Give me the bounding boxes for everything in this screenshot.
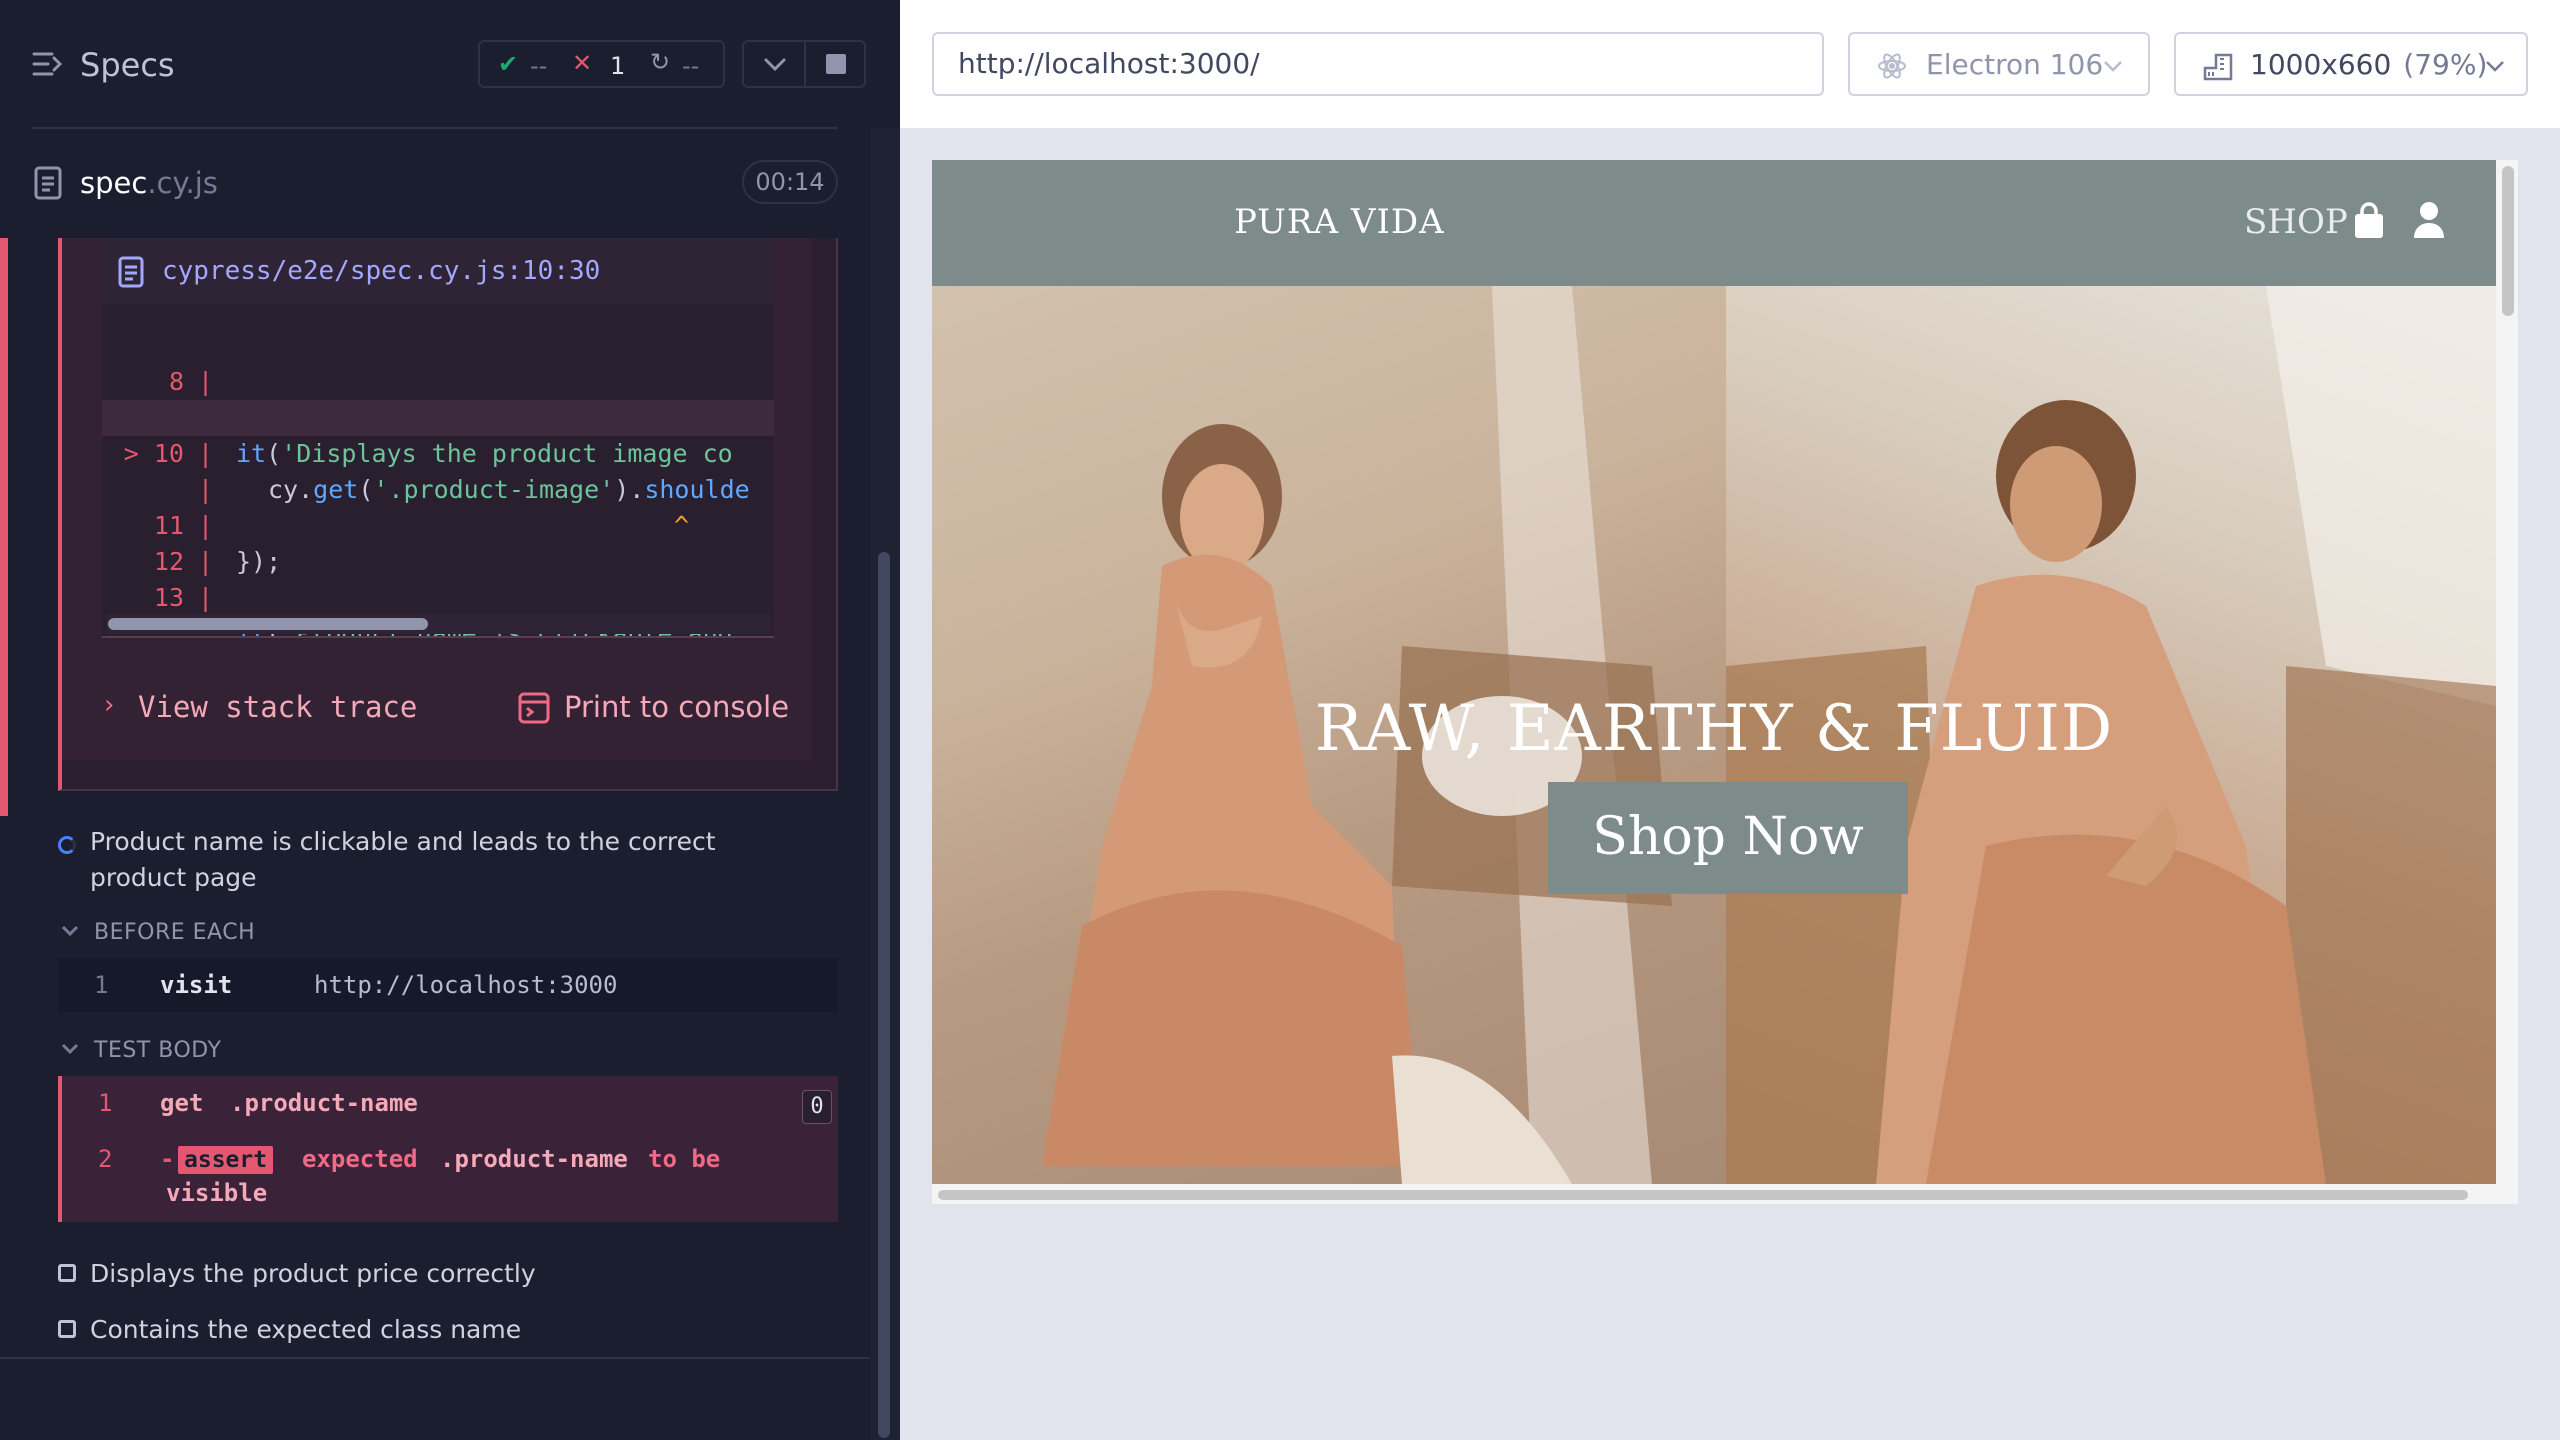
spec-extension: .cy.js	[147, 166, 218, 200]
assert-to-be: to be	[648, 1145, 721, 1173]
line-number: 13	[153, 583, 184, 612]
user-icon[interactable]	[2412, 200, 2446, 240]
terminal-icon	[518, 692, 550, 724]
code-line-highlighted: > 10 | cy.get('.product-image').shoulde	[102, 400, 774, 504]
scroll-thumb[interactable]	[2502, 166, 2514, 316]
assert-badge[interactable]: assert	[178, 1146, 274, 1174]
app-vertical-scrollbar[interactable]	[2496, 160, 2518, 1204]
chevron-down-icon[interactable]	[762, 48, 788, 80]
test-title[interactable]: Contains the expected class name	[90, 1312, 521, 1348]
browser-selector[interactable]: Electron 106	[1848, 32, 2150, 96]
scroll-thumb[interactable]	[938, 1190, 2468, 1200]
command-row[interactable]: 1 visit http://localhost:3000	[58, 958, 838, 1012]
error-content: cypress/e2e/spec.cy.js:10:30 8| 9| it('D…	[62, 238, 812, 760]
cross-icon: ✕	[572, 49, 593, 77]
element-count-badge: 0	[802, 1090, 832, 1124]
scroll-thumb[interactable]	[878, 552, 890, 1438]
shop-link[interactable]: SHOP	[2244, 202, 2348, 242]
chevron-down-icon	[61, 1043, 79, 1055]
viewport-scale: (79%)	[2403, 48, 2488, 81]
chevron-down-icon	[2486, 61, 2504, 72]
code-scrollbar[interactable]	[106, 614, 770, 634]
electron-icon	[1878, 53, 1906, 79]
test-checkbox-icon	[58, 1320, 76, 1338]
specs-list-icon[interactable]	[32, 50, 64, 78]
command-arg: .product-name	[230, 1089, 418, 1117]
code-line: 9| it('Displays the product image co	[102, 364, 774, 468]
code-file-path[interactable]: cypress/e2e/spec.cy.js:10:30	[162, 256, 600, 286]
print-to-console-label: Print to console	[564, 690, 790, 724]
spec-file-row[interactable]: spec.cy.js 00:14	[0, 150, 860, 220]
check-icon: ✔	[498, 50, 519, 78]
test-body-label: TEST BODY	[94, 1038, 222, 1063]
hero-banner: RAW, EARTHY & FLUID Shop Now	[932, 286, 2496, 1184]
stop-icon[interactable]	[826, 54, 846, 74]
shopping-bag-icon[interactable]	[2352, 202, 2386, 240]
browser-name: Electron 106	[1926, 48, 2104, 81]
run-controls	[742, 40, 866, 88]
test-checkbox-icon	[58, 1264, 76, 1282]
failed-count: 1	[610, 52, 626, 80]
command-number: 2	[98, 1145, 113, 1173]
chevron-down-icon	[2104, 61, 2122, 72]
running-spinner-icon	[58, 836, 76, 854]
test-stats: ✔ -- ✕ 1 ↻ --	[478, 40, 725, 88]
code-line: 12 |	[102, 508, 774, 576]
command-name[interactable]: get	[160, 1086, 203, 1120]
gutter-bar: |	[198, 583, 214, 612]
app-preview-panel: http://localhost:3000/ Electron 106 1000…	[900, 0, 2560, 1440]
site-navbar: PURA VIDA SHOP	[932, 160, 2496, 286]
chevron-down-icon	[61, 925, 79, 937]
failed-commands: 1 get .product-name 0 2 - assert expecte…	[58, 1076, 838, 1222]
document-icon	[34, 166, 62, 200]
failed-indicator	[0, 238, 8, 816]
code-line: 8 |	[102, 328, 774, 396]
code-frame-header[interactable]: cypress/e2e/spec.cy.js:10:30	[102, 238, 774, 304]
site-logo[interactable]: PURA VIDA	[1234, 202, 1445, 242]
code-line: 11 | });	[102, 472, 774, 576]
command-name: visit	[160, 971, 233, 999]
divider	[0, 1357, 870, 1359]
scroll-thumb[interactable]	[108, 618, 428, 630]
shop-now-button[interactable]: Shop Now	[1548, 782, 1908, 894]
pending-count: --	[682, 52, 700, 80]
viewport-size: 1000x660 (79%)	[2250, 48, 2487, 81]
spec-name-text: spec	[80, 166, 148, 200]
document-icon	[118, 256, 144, 288]
code-frame: cypress/e2e/spec.cy.js:10:30 8| 9| it('D…	[102, 238, 774, 638]
test-title[interactable]: Displays the product price correctly	[90, 1256, 536, 1292]
url-field[interactable]: http://localhost:3000/	[932, 32, 1824, 96]
divider	[804, 42, 806, 86]
chevron-right-icon: ›	[104, 690, 115, 720]
command-arg: http://localhost:3000	[314, 971, 618, 999]
reporter-panel: Specs ✔ -- ✕ 1 ↻ -- spec.cy.js 00:14 cyp…	[0, 0, 900, 1440]
viewport-selector[interactable]: 1000x660 (79%)	[2174, 32, 2528, 96]
spec-name: spec.cy.js	[80, 166, 218, 200]
test-title-running[interactable]: Product name is clickable and leads to t…	[90, 824, 810, 896]
specs-title[interactable]: Specs	[80, 46, 175, 84]
reporter-header: Specs ✔ -- ✕ 1 ↻ --	[0, 0, 900, 130]
divider	[32, 127, 838, 129]
code-line: | ^	[102, 436, 774, 540]
app-under-test-frame: PURA VIDA SHOP RAW, EARTHY & FLUID Shop …	[932, 160, 2518, 1204]
browser-toolbar: http://localhost:3000/ Electron 106 1000…	[900, 0, 2560, 128]
assert-selector: .product-name	[440, 1145, 628, 1173]
before-each-label: BEFORE EACH	[94, 920, 256, 945]
command-number: 1	[98, 1089, 113, 1117]
nested-dash: -	[160, 1145, 175, 1173]
assert-expected: expected	[302, 1145, 418, 1173]
command-number: 1	[94, 971, 109, 999]
duration-badge: 00:14	[742, 160, 838, 204]
error-panel: cypress/e2e/spec.cy.js:10:30 8| 9| it('D…	[58, 238, 838, 791]
viewport-dimensions: 1000x660	[2250, 48, 2392, 81]
passed-count: --	[530, 52, 548, 80]
assert-visible: visible	[166, 1179, 268, 1207]
view-stack-trace-button[interactable]: View stack trace	[138, 690, 417, 724]
hero-title: RAW, EARTHY & FLUID	[1314, 692, 2114, 766]
ruler-icon	[2203, 53, 2233, 81]
pending-icon: ↻	[650, 48, 671, 76]
code-line: 13| it('Product name is clickable and	[102, 544, 774, 636]
